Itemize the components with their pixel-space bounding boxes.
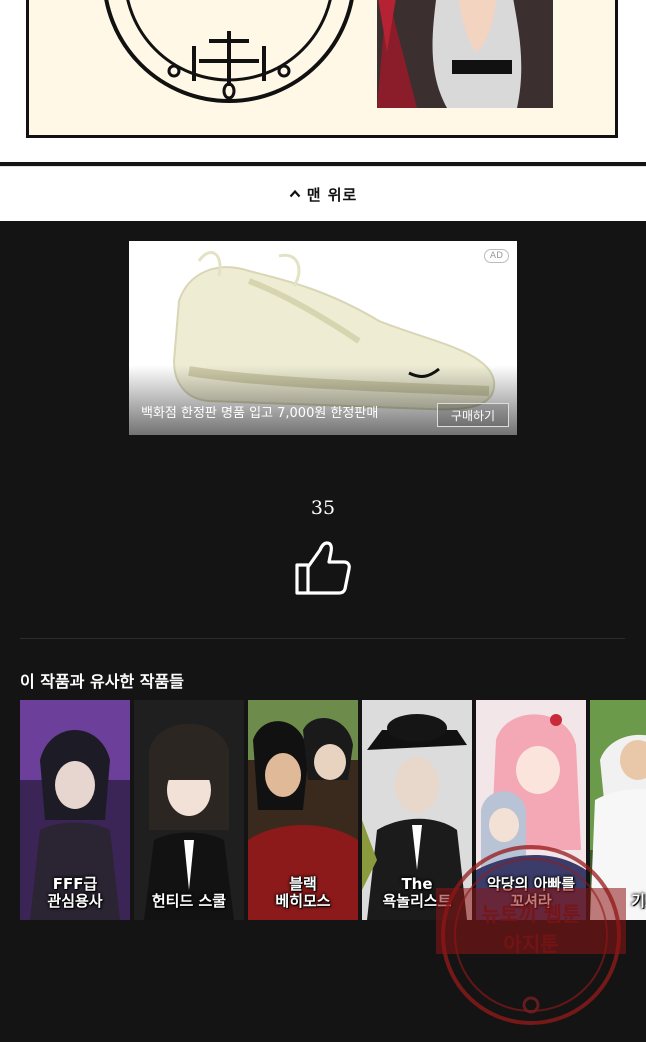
similar-work-title: 헌티드 스쿨 xyxy=(151,892,227,910)
section-divider xyxy=(20,638,625,639)
similar-work-title: FFF급 관심용사 xyxy=(47,875,103,910)
similar-work-card[interactable]: The 욕놀리스트 xyxy=(362,700,472,920)
character-illustration xyxy=(377,0,553,108)
back-to-top-button[interactable]: 맨 위로 xyxy=(0,166,646,221)
back-to-top-label: 맨 위로 xyxy=(306,185,358,204)
similar-work-title: 블랙 베히모스 xyxy=(275,875,331,910)
comic-panel-area xyxy=(0,0,646,162)
watermark-line-1: 뉴토끼 웹툰 xyxy=(481,902,581,926)
watermark-line-2: 아지툰 xyxy=(503,932,559,956)
like-count: 35 xyxy=(310,497,336,519)
chevron-up-icon xyxy=(289,189,301,198)
cover-thumbnail xyxy=(590,700,646,920)
similar-work-card[interactable]: FFF급 관심용사 xyxy=(20,700,130,920)
thumbs-up-icon[interactable] xyxy=(294,540,352,596)
similar-works-heading: 이 작품과 유사한 작품들 xyxy=(20,672,184,691)
cover-thumbnail xyxy=(134,700,244,920)
similar-works-carousel[interactable]: FFF급 관심용사 헌티드 스쿨 블랙 베히모스 The 욕놀리스트 악당의 아… xyxy=(20,700,646,920)
ad-banner[interactable]: AD 백화점 한정판 명품 입고 7,000원 한정판매 구매하기 xyxy=(129,241,517,435)
ad-caption: 백화점 한정판 명품 입고 7,000원 한정판매 xyxy=(141,406,379,421)
comic-panel xyxy=(26,0,618,138)
similar-work-card[interactable]: 헌티드 스쿨 xyxy=(134,700,244,920)
ad-badge: AD xyxy=(483,249,509,263)
magic-seal-illustration xyxy=(104,0,354,103)
similar-work-card[interactable]: 기프 xyxy=(590,700,646,920)
similar-work-card[interactable]: 악당의 아빠를 꼬셔라 xyxy=(476,700,586,920)
ad-buy-button[interactable]: 구매하기 xyxy=(437,403,509,427)
similar-work-card[interactable]: 블랙 베히모스 xyxy=(248,700,358,920)
